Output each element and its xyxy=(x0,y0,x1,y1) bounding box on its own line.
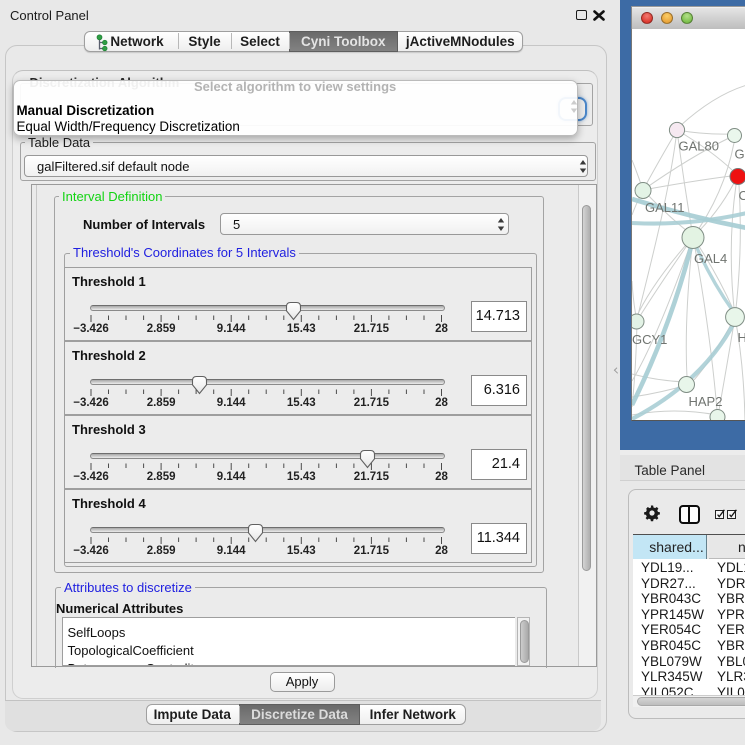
svg-text:C: C xyxy=(739,188,745,203)
svg-text:GAL80: GAL80 xyxy=(679,139,719,154)
svg-text:G.: G. xyxy=(735,147,745,162)
svg-text:HAP2: HAP2 xyxy=(689,394,723,409)
svg-text:H: H xyxy=(738,330,745,345)
svg-text:GAL4: GAL4 xyxy=(694,251,727,266)
svg-text:GCY1: GCY1 xyxy=(632,332,667,347)
svg-text:GAL11: GAL11 xyxy=(645,200,685,215)
